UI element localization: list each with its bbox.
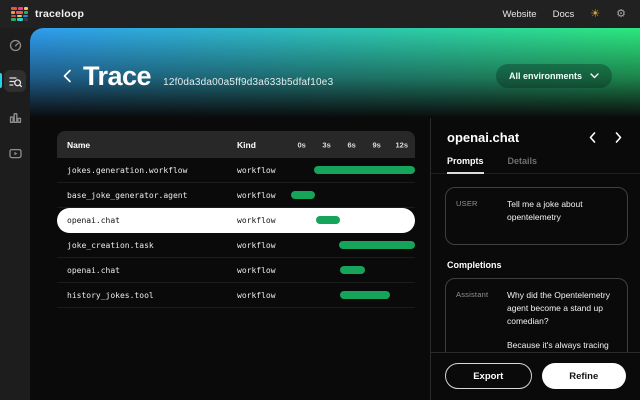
spans-table: Name Kind 0s 3s 6s 9s 12s jokes.generation.w…: [57, 131, 415, 308]
column-header-kind: Kind: [237, 140, 285, 150]
gauge-icon: [4, 34, 26, 56]
sidebar-item-playground[interactable]: [0, 141, 30, 165]
row-name: jokes.generation.workflow: [57, 166, 237, 175]
export-button[interactable]: Export: [445, 363, 532, 389]
span-row[interactable]: joke_creation.task workflow: [57, 233, 415, 258]
row-name: openai.chat: [57, 266, 237, 275]
span-row[interactable]: history_jokes.tool workflow: [57, 283, 415, 308]
detail-header: openai.chat: [431, 130, 640, 145]
top-nav: Website Docs ☀ ⚙: [502, 9, 626, 20]
span-row[interactable]: jokes.generation.workflow workflow: [57, 158, 415, 183]
environment-selector[interactable]: All environments: [496, 64, 612, 88]
nav-link-website[interactable]: Website: [502, 9, 536, 20]
trace-id: 12f0da3da00a5ff9d3a633b5dfaf10e3: [163, 65, 333, 88]
sidebar: [0, 28, 30, 400]
bar-chart-icon: [4, 106, 26, 128]
theme-sun-icon[interactable]: ☀: [590, 9, 600, 20]
sidebar-item-analytics[interactable]: [0, 105, 30, 129]
row-timeline: [285, 158, 415, 182]
row-kind: workflow: [237, 166, 285, 175]
trace-search-icon: [4, 70, 26, 92]
span-row[interactable]: openai.chat workflow: [57, 208, 415, 233]
row-name: history_jokes.tool: [57, 291, 237, 300]
row-timeline: [285, 183, 415, 207]
settings-gear-icon[interactable]: ⚙: [616, 9, 626, 20]
timeline-tick: 9s: [372, 140, 380, 149]
prompt-message-text: Tell me a joke about opentelemetry: [501, 198, 617, 224]
completion-role-label: Assistant: [456, 289, 501, 299]
row-kind: workflow: [237, 216, 285, 225]
detail-tabs: Prompts Details: [431, 156, 640, 174]
shell: Trace 12f0da3da00a5ff9d3a633b5dfaf10e3 A…: [0, 28, 640, 400]
sidebar-item-traces[interactable]: [0, 69, 30, 93]
row-duration-bar: [316, 216, 340, 224]
back-button[interactable]: [63, 69, 72, 83]
spans-table-body: jokes.generation.workflow workflow base_…: [57, 158, 415, 308]
traceloop-logo-icon: [11, 7, 28, 21]
top-bar: traceloop Website Docs ☀ ⚙: [0, 0, 640, 28]
nav-link-docs[interactable]: Docs: [553, 9, 575, 20]
timeline-tick: 12s: [395, 140, 408, 149]
video-icon: [4, 142, 26, 164]
row-duration-bar: [314, 166, 415, 174]
chevron-left-icon: [589, 132, 596, 143]
environment-selector-label: All environments: [509, 71, 582, 81]
completions-section-label: Completions: [447, 260, 628, 270]
row-name: joke_creation.task: [57, 241, 237, 250]
column-header-name: Name: [57, 140, 237, 150]
row-duration-bar: [340, 266, 365, 274]
timeline-tick: 6s: [348, 140, 356, 149]
sidebar-item-dashboard[interactable]: [0, 33, 30, 57]
row-duration-bar: [339, 241, 415, 249]
row-timeline: [285, 233, 415, 257]
span-detail-panel: openai.chat Prompts Details: [430, 118, 640, 400]
chevron-left-icon: [63, 69, 72, 83]
page-title: Trace: [83, 61, 151, 92]
main-card: Trace 12f0da3da00a5ff9d3a633b5dfaf10e3 A…: [30, 28, 640, 400]
span-row[interactable]: base_joke_generator.agent workflow: [57, 183, 415, 208]
chevron-right-icon: [615, 132, 622, 143]
content: Name Kind 0s 3s 6s 9s 12s jokes.generation.w…: [30, 118, 640, 400]
row-timeline: [285, 208, 415, 232]
spans-table-header: Name Kind 0s 3s 6s 9s 12s: [57, 131, 415, 158]
chevron-down-icon: [590, 73, 599, 79]
trace-header: Trace 12f0da3da00a5ff9d3a633b5dfaf10e3 A…: [30, 28, 640, 118]
brand-name: traceloop: [35, 8, 84, 20]
row-timeline: [285, 283, 415, 307]
row-kind: workflow: [237, 291, 285, 300]
timeline-tick: 3s: [322, 140, 330, 149]
tab-prompts[interactable]: Prompts: [447, 156, 484, 174]
timeline-axis: 0s 3s 6s 9s 12s: [285, 131, 415, 158]
tab-details[interactable]: Details: [508, 156, 538, 173]
row-duration-bar: [340, 291, 390, 299]
brand[interactable]: traceloop: [11, 7, 84, 21]
row-kind: workflow: [237, 241, 285, 250]
row-duration-bar: [291, 191, 315, 199]
row-timeline: [285, 258, 415, 282]
prompt-message-box: USER Tell me a joke about opentelemetry: [445, 187, 628, 245]
completion-message-box: Assistant Why did the Opentelemetry agen…: [445, 278, 628, 352]
detail-title: openai.chat: [447, 130, 519, 145]
trace-pane: Name Kind 0s 3s 6s 9s 12s jokes.generation.w…: [30, 118, 430, 400]
timeline-tick: 0s: [297, 140, 305, 149]
span-row[interactable]: openai.chat workflow: [57, 258, 415, 283]
span-pager: [587, 130, 624, 145]
assistant-message-text: Why did the Opentelemetry agent become a…: [501, 289, 617, 352]
prev-span-button[interactable]: [587, 130, 598, 145]
row-name: base_joke_generator.agent: [57, 191, 237, 200]
row-name: openai.chat: [57, 216, 237, 225]
detail-body: USER Tell me a joke about opentelemetry …: [431, 174, 640, 352]
next-span-button[interactable]: [613, 130, 624, 145]
row-kind: workflow: [237, 191, 285, 200]
prompt-role-label: USER: [456, 198, 501, 208]
row-kind: workflow: [237, 266, 285, 275]
detail-actions: Export Refine: [431, 352, 640, 400]
app-root: traceloop Website Docs ☀ ⚙: [0, 0, 640, 400]
refine-button[interactable]: Refine: [542, 363, 627, 389]
